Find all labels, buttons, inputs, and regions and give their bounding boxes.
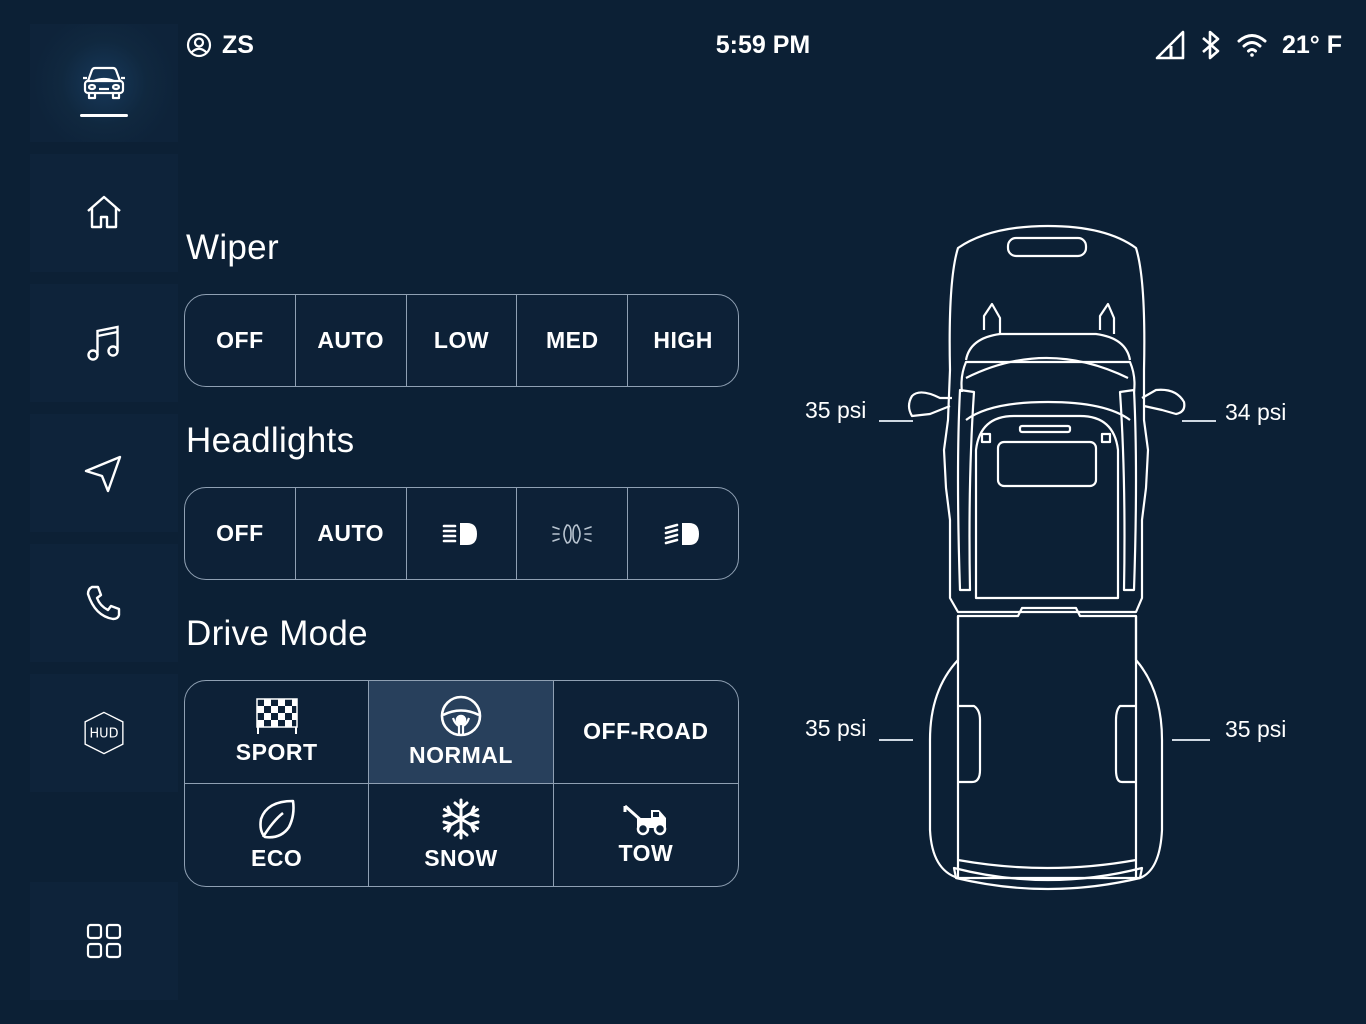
drive-mode-control: SPORT NORMAL OFF-ROAD ECO SNOW TOW [184,680,739,887]
tire-pressure-rear-right: 35 psi [1225,716,1287,742]
wiper-control: OFF AUTO LOW MED HIGH [184,294,739,387]
drive-mode-tow-button[interactable]: TOW [554,784,738,887]
drive-mode-snow-label: SNOW [424,845,498,872]
sidebar-item-navigation[interactable] [30,414,178,532]
parking-lights-icon [552,523,593,544]
phone-icon [86,585,121,621]
wiper-off-button[interactable]: OFF [185,295,296,386]
sidebar-item-music[interactable] [30,284,178,402]
sidebar-item-apps[interactable] [30,882,178,1000]
sidebar-item-home[interactable] [30,154,178,272]
user-avatar-icon [186,32,212,58]
headlights-parking-button[interactable] [517,488,629,579]
wiper-med-button[interactable]: MED [517,295,629,386]
music-note-icon [87,325,119,361]
sidebar-item-hud[interactable]: HUD [30,674,178,792]
user-profile[interactable]: ZS [186,30,254,60]
clock: 5:59 PM [715,31,811,59]
drive-mode-normal-button[interactable]: NORMAL [369,681,554,784]
tire-pressure-rear-left: 35 psi [805,715,867,741]
headlights-title: Headlights [186,421,355,460]
drive-mode-title: Drive Mode [186,614,368,653]
sidebar-item-vehicle[interactable] [30,24,178,142]
status-indicators: 21° F [1154,28,1342,62]
wiper-auto-button[interactable]: AUTO [296,295,407,386]
headlights-auto-button[interactable]: AUTO [296,488,407,579]
car-icon [83,66,125,100]
wifi-icon [1237,34,1267,57]
headlights-off-button[interactable]: OFF [185,488,296,579]
hud-icon: HUD [84,711,124,755]
drive-mode-normal-label: NORMAL [409,742,513,769]
drive-mode-offroad-button[interactable]: OFF-ROAD [553,681,738,784]
home-icon [87,195,121,229]
user-initials: ZS [222,30,254,59]
sidebar-item-phone[interactable] [30,544,178,662]
leaf-icon [258,799,295,839]
wiper-low-button[interactable]: LOW [407,295,518,386]
drive-mode-tow-label: TOW [618,840,674,867]
drive-mode-snow-button[interactable]: SNOW [369,783,554,886]
headlights-high-beam-button[interactable] [628,488,738,579]
tire-pressure-front-left: 35 psi [805,397,867,423]
drive-mode-sport-label: SPORT [235,739,318,766]
cellular-signal-icon [1155,30,1185,60]
drive-mode-eco-label: ECO [250,845,303,872]
snowflake-icon [442,798,480,840]
svg-text:HUD: HUD [90,726,119,741]
outside-temperature: 21° F [1281,30,1342,59]
sidebar: HUD [30,24,178,1000]
headlights-low-beam-button[interactable] [407,488,518,579]
bluetooth-icon [1202,30,1220,60]
steering-wheel-icon [440,695,482,737]
checkered-flag-icon [255,698,298,735]
high-beam-icon [664,522,700,545]
drive-mode-sport-button[interactable]: SPORT [185,681,370,784]
navigation-arrow-icon [84,455,122,493]
headlights-control: OFF AUTO [184,487,739,580]
wiper-title: Wiper [186,228,279,267]
tow-truck-icon [623,805,667,836]
drive-mode-eco-button[interactable]: ECO [185,783,370,886]
truck-top-view-illustration [907,224,1186,891]
wiper-high-button[interactable]: HIGH [628,295,738,386]
tire-pressure-front-right: 34 psi [1225,399,1287,425]
low-beam-icon [443,522,478,545]
app-grid-icon [86,923,122,959]
drive-mode-offroad-label: OFF-ROAD [583,718,709,745]
